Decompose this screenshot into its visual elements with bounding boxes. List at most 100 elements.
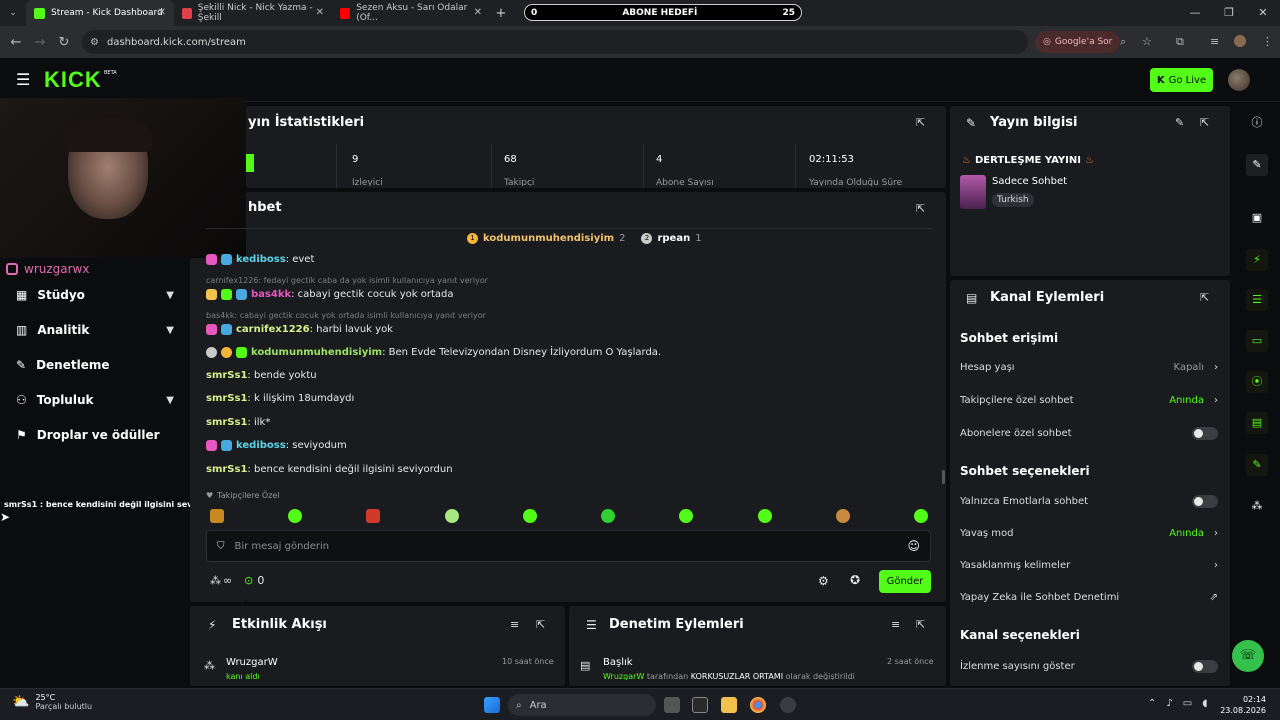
microphone-icon[interactable]: ♪ — [1166, 698, 1172, 709]
toggle-switch[interactable] — [1192, 660, 1218, 673]
info-icon[interactable]: ⓘ — [1246, 112, 1268, 134]
emote-icon[interactable] — [366, 509, 381, 523]
user-avatar[interactable] — [1228, 69, 1250, 91]
filter-icon[interactable]: ≡ — [510, 618, 519, 631]
row-hesap-yasi[interactable]: Hesap yaşı Kapalı › — [960, 362, 1218, 373]
sidebar-item-droplar[interactable]: ⚑ Droplar ve ödüller — [16, 428, 216, 442]
tab-sekilli-nick[interactable]: Şekilli Nick - Nick Yazma - Şekill ✕ — [174, 0, 332, 26]
tab-sezen-aksu[interactable]: Sezen Aksu - Sarı Odalar (Of... ✕ — [332, 0, 490, 26]
url-field[interactable]: ⚙ dashboard.kick.com/stream — [82, 30, 1028, 54]
chat-username[interactable]: carnifex1226 — [236, 324, 310, 335]
row-emote-only[interactable]: Yalnızca Emotlarla sohbet — [960, 495, 1218, 508]
emote-icon[interactable] — [835, 509, 850, 523]
popout-icon[interactable]: ⇱ — [916, 116, 925, 129]
gifter-name[interactable]: kodumunmuhendisiyim — [483, 233, 614, 244]
edit-pencil-icon[interactable]: ✎ — [1246, 154, 1268, 176]
google-sor-button[interactable]: ◎ Google'a Sor — [1035, 31, 1121, 53]
chrome-icon[interactable] — [750, 697, 766, 713]
forward-icon[interactable]: → — [28, 35, 52, 50]
windows-start-icon[interactable] — [484, 697, 500, 713]
extensions-icon[interactable]: ⧉ — [1176, 35, 1184, 49]
chat-username[interactable]: smrSs1 — [206, 417, 247, 428]
emote-icon[interactable] — [288, 509, 303, 523]
chat-message[interactable]: kodumunmuhendisiyim: Ben Evde Televizyon… — [206, 347, 661, 358]
row-ai-moderation[interactable]: Yapay Zeka ile Sohbet Denetimi ⇗ — [960, 592, 1218, 603]
chat-username[interactable]: bas4kk — [251, 289, 291, 300]
chat-username[interactable]: kediboss — [236, 254, 286, 265]
task-view-icon[interactable] — [664, 697, 680, 713]
maximize-icon[interactable]: ❐ — [1212, 0, 1246, 26]
popout-icon[interactable]: ⇱ — [916, 618, 925, 631]
lightning-icon[interactable]: ⚡ — [1246, 249, 1268, 271]
clock[interactable]: 02:14 23.08.2026 — [1220, 694, 1266, 716]
chat-message[interactable]: smrSs1: ilk* — [206, 417, 270, 428]
close-window-icon[interactable]: ✕ — [1246, 0, 1280, 26]
help-chat-icon[interactable]: ☏ — [1232, 640, 1264, 672]
taskbar-search[interactable]: ⌕ Ara — [508, 694, 656, 716]
chat-scrollbar[interactable] — [942, 470, 945, 484]
emote-icon[interactable] — [444, 509, 459, 523]
tray-overflow-icon[interactable]: ⌃ — [1148, 698, 1156, 709]
chat-settings-gear-icon[interactable]: ⚙ — [818, 574, 829, 588]
moderator-name[interactable]: WruzgarW — [603, 672, 644, 680]
emote-icon[interactable] — [601, 509, 616, 523]
sidebar-item-analitik[interactable]: ▥ Analitik ▼ — [16, 323, 174, 337]
popout-icon[interactable]: ⇱ — [536, 618, 545, 631]
row-yavas-mod[interactable]: Yavaş mod Anında › — [960, 528, 1218, 539]
wrench-icon[interactable]: ✎ — [1246, 454, 1268, 476]
emoji-picker-icon[interactable]: ☺ — [907, 539, 920, 553]
moderation-icon[interactable]: ▤ — [1246, 412, 1268, 434]
list-icon[interactable]: ☰ — [1246, 289, 1268, 311]
sidebar-item-topluluk[interactable]: ⚇ Topluluk ▼ — [16, 393, 174, 407]
kick-logo[interactable]: KICK — [44, 67, 102, 93]
chat-username[interactable]: kediboss — [236, 440, 286, 451]
chat-bubble-icon[interactable]: ▭ — [1246, 330, 1268, 352]
close-tab-icon[interactable]: ✕ — [158, 7, 166, 18]
chat-message[interactable]: kediboss: evet — [206, 254, 314, 265]
tab-kick-dashboard[interactable]: Stream - Kick Dashboard ✕ — [26, 0, 174, 26]
hamburger-menu-icon[interactable]: ☰ — [16, 70, 30, 89]
filter-icon[interactable]: ≡ — [891, 618, 900, 631]
popout-icon[interactable]: ⇱ — [916, 202, 925, 215]
category-name[interactable]: Sadece Sohbet — [992, 176, 1067, 187]
broadcast-icon[interactable]: ⦿ — [1246, 371, 1268, 393]
chat-message[interactable]: carnifex1226: harbi lavuk yok — [206, 324, 393, 335]
app-icon[interactable] — [692, 697, 708, 713]
send-button[interactable]: Gönder — [879, 570, 931, 593]
chat-message[interactable]: smrSs1: bence kendisini değil ilgisini s… — [206, 464, 453, 475]
chat-username[interactable]: smrSs1 — [206, 393, 247, 404]
tab-search-icon[interactable]: ⌄ — [0, 8, 26, 18]
file-explorer-icon[interactable] — [721, 697, 737, 713]
sidebar-item-denetleme[interactable]: ✎ Denetleme — [16, 358, 174, 372]
reload-icon[interactable]: ↻ — [52, 35, 76, 50]
emote-icon[interactable] — [757, 509, 772, 523]
popout-icon[interactable]: ⇱ — [1200, 116, 1209, 129]
go-live-button[interactable]: K Go Live — [1150, 68, 1213, 92]
popout-icon[interactable]: ⇱ — [1200, 291, 1209, 304]
site-info-icon[interactable]: ⚙ — [90, 37, 99, 48]
chat-message[interactable]: kediboss: seviyodum — [206, 440, 347, 451]
emote-icon[interactable] — [522, 509, 537, 523]
users-icon[interactable]: ⁂ — [1246, 495, 1268, 517]
toggle-switch[interactable] — [1192, 427, 1218, 440]
volume-icon[interactable]: ◖ — [1202, 698, 1207, 709]
new-tab-button[interactable]: + — [490, 6, 512, 21]
emote-icon[interactable] — [679, 509, 694, 523]
zoom-icon[interactable]: ⌕ — [1120, 35, 1126, 49]
chat-message[interactable]: smrSs1: k ilişkim 18umdaydı — [206, 393, 354, 404]
bookmark-star-icon[interactable]: ☆ — [1142, 35, 1152, 48]
video-icon[interactable]: ▣ — [1246, 207, 1268, 229]
profile-icon[interactable] — [1234, 35, 1246, 47]
chat-message[interactable]: bas4kk: cabayi gectik cocuk yok ortada — [206, 289, 454, 300]
steam-icon[interactable] — [780, 697, 796, 713]
media-icon[interactable]: ≡ — [1210, 35, 1219, 48]
chat-message-input[interactable]: ⛉ Bir mesaj gönderin ☺ — [206, 530, 931, 562]
row-izlenme-sayisi[interactable]: İzlenme sayısını göster — [960, 660, 1218, 673]
chat-username[interactable]: smrSs1 — [206, 464, 247, 475]
rewards-icon[interactable]: ✪ — [850, 573, 860, 587]
back-icon[interactable]: ← — [4, 35, 28, 50]
chat-message[interactable]: smrSs1: bende yoktu — [206, 370, 317, 381]
sidebar-item-studyo[interactable]: ▦ Stüdyo ▼ — [16, 288, 174, 302]
category-thumbnail[interactable] — [960, 175, 986, 209]
row-abonelere-ozel[interactable]: Abonelere özel sohbet — [960, 427, 1218, 440]
